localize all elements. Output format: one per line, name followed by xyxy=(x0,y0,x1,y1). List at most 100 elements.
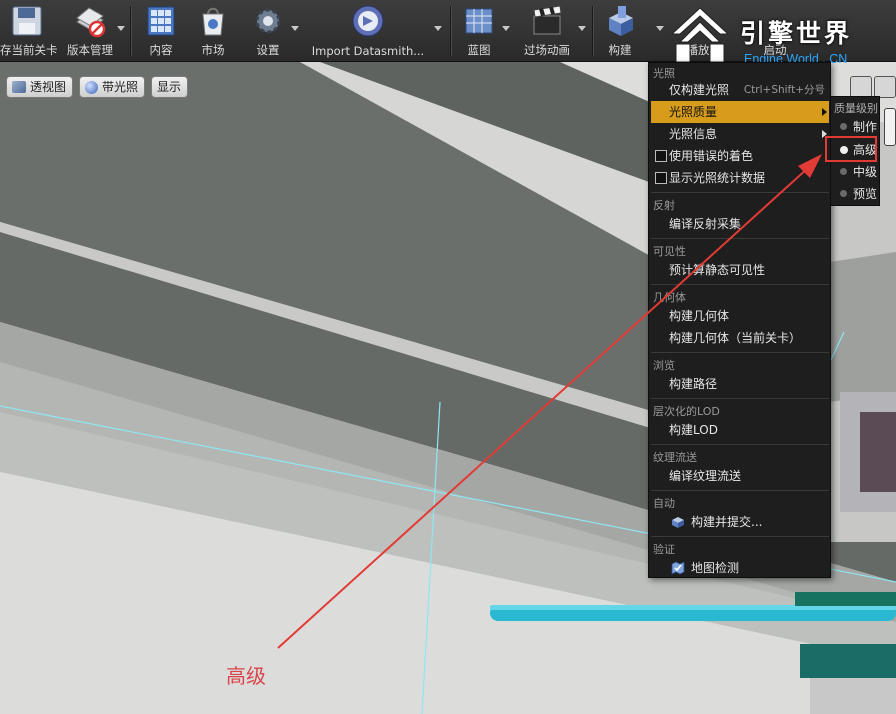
build-button[interactable]: 构建 xyxy=(598,0,642,62)
quality-option-production[interactable]: 制作 xyxy=(835,117,879,137)
chevron-down-icon[interactable] xyxy=(291,26,299,31)
quality-option-medium[interactable]: 中级 xyxy=(835,162,879,182)
launch-button[interactable]: 启动 xyxy=(750,0,800,62)
menu-item-build-lod[interactable]: 构建LOD xyxy=(651,419,829,441)
source-control-icon xyxy=(76,7,106,38)
toolbar-label: 市场 xyxy=(201,43,225,57)
toolbar-label: 设置 xyxy=(256,43,280,57)
chevron-down-icon[interactable] xyxy=(117,26,125,31)
menu-item-build-and-submit[interactable]: 构建并提交... xyxy=(651,511,829,533)
menu-item-lighting-quality[interactable]: 光照质量 xyxy=(651,101,829,123)
menu-divider xyxy=(651,284,829,285)
menu-item-label: 显示光照统计数据 xyxy=(669,171,766,185)
settings-icon xyxy=(255,8,281,34)
marketplace-icon xyxy=(202,7,224,36)
globe-icon[interactable] xyxy=(850,76,872,98)
map-check-icon xyxy=(671,561,685,575)
menu-section-geometry: 几何体 xyxy=(653,291,686,304)
show-label: 显示 xyxy=(157,80,182,94)
toolbar-label: 构建 xyxy=(608,43,632,57)
toolbar-label: 过场动画 xyxy=(524,43,570,57)
marketplace-button[interactable]: 市场 xyxy=(189,0,237,62)
submenu-arrow-icon xyxy=(822,108,827,116)
chevron-down-icon[interactable] xyxy=(656,26,664,31)
checkbox-icon[interactable] xyxy=(655,150,667,162)
radio-icon xyxy=(840,123,847,130)
menu-item-label: 编译反射采集 xyxy=(669,217,742,231)
radio-icon xyxy=(840,168,847,175)
save-current-level-button[interactable]: 存当前关卡 xyxy=(0,0,58,62)
menu-section-reflection: 反射 xyxy=(653,199,675,212)
chevron-down-icon[interactable] xyxy=(434,26,442,31)
menu-item-build-reflection-captures[interactable]: 编译反射采集 xyxy=(651,213,829,235)
lighting-quality-submenu: 质量级别 制作 高级 中级 预览 xyxy=(830,96,880,206)
menu-divider xyxy=(651,490,829,491)
menu-divider xyxy=(651,444,829,445)
perspective-view-button[interactable]: 透视图 xyxy=(6,76,74,98)
chevron-down-icon[interactable] xyxy=(578,26,586,31)
menu-divider xyxy=(651,398,829,399)
submenu-header: 质量级别 xyxy=(834,102,878,115)
toolbar-label: 存当前关卡 xyxy=(0,43,58,57)
lit-mode-button[interactable]: 带光照 xyxy=(79,76,146,98)
play-button[interactable]: 播放 xyxy=(676,0,720,62)
toolbar-separator xyxy=(592,6,593,56)
quality-option-preview[interactable]: 预览 xyxy=(835,184,879,204)
perspective-icon xyxy=(12,81,26,93)
menu-item-lighting-info[interactable]: 光照信息 xyxy=(651,123,829,145)
menu-section-texture-streaming: 纹理流送 xyxy=(653,451,697,464)
submenu-arrow-icon xyxy=(822,130,827,138)
menu-section-visibility: 可见性 xyxy=(653,245,686,258)
menu-divider xyxy=(651,536,829,537)
menu-item-build-texture-streaming[interactable]: 编译纹理流送 xyxy=(651,465,829,487)
menu-item-label: 构建LOD xyxy=(669,423,718,437)
menu-item-precompute-visibility[interactable]: 预计算静态可见性 xyxy=(651,259,829,281)
snap-icon[interactable] xyxy=(874,76,896,98)
toolbar-label: 内容 xyxy=(149,43,173,57)
menu-item-label: 预计算静态可见性 xyxy=(669,263,766,277)
menu-item-use-error-coloring[interactable]: 使用错误的着色 xyxy=(651,145,829,167)
cinematics-button[interactable]: 过场动画 xyxy=(514,0,580,62)
toolbar-label: Import Datasmith... xyxy=(311,44,425,58)
menu-item-map-check[interactable]: 地图检测 xyxy=(651,557,829,579)
menu-item-label: 构建几何体（当前关卡） xyxy=(669,331,802,345)
cinematics-icon xyxy=(533,5,562,35)
menu-item-label: 地图检测 xyxy=(691,561,740,575)
build-dropdown-menu: 光照 仅构建光照 Ctrl+Shift+分号 光照质量 光照信息 使用错误的着色… xyxy=(648,62,831,578)
menu-item-show-lighting-stats[interactable]: 显示光照统计数据 xyxy=(651,167,829,189)
chevron-down-icon[interactable] xyxy=(502,26,510,31)
toolbar-label: 启动 xyxy=(763,43,787,57)
radio-icon xyxy=(840,190,847,197)
menu-section-verification: 验证 xyxy=(653,543,675,556)
quality-option-label: 高级 xyxy=(853,143,878,157)
main-toolbar: 存当前关卡 版本管理 内容 市场 设置 Import Datasmith... … xyxy=(0,0,896,62)
show-flags-button[interactable]: 显示 xyxy=(151,76,189,98)
content-browser-button[interactable]: 内容 xyxy=(137,0,185,62)
menu-item-build-geometry-current[interactable]: 构建几何体（当前关卡） xyxy=(651,327,829,349)
import-datasmith-button[interactable]: Import Datasmith... xyxy=(306,0,430,62)
settings-button[interactable]: 设置 xyxy=(243,0,293,62)
toolbar-separator xyxy=(130,6,131,56)
menu-divider xyxy=(651,192,829,193)
menu-item-label: 光照信息 xyxy=(669,127,718,141)
perspective-label: 透视图 xyxy=(30,80,67,94)
checkbox-icon[interactable] xyxy=(655,172,667,184)
quality-option-high[interactable]: 高级 xyxy=(835,140,879,160)
menu-item-build-lighting-only[interactable]: 仅构建光照 Ctrl+Shift+分号 xyxy=(651,79,829,101)
menu-divider xyxy=(651,238,829,239)
source-control-button[interactable]: 版本管理 xyxy=(62,0,118,62)
lit-sphere-icon xyxy=(85,80,98,94)
menu-item-label: 使用错误的着色 xyxy=(669,149,754,163)
menu-item-build-geometry[interactable]: 构建几何体 xyxy=(651,305,829,327)
blueprint-button[interactable]: 蓝图 xyxy=(456,0,502,62)
quality-option-label: 预览 xyxy=(853,187,878,201)
datasmith-icon xyxy=(352,5,384,37)
build-icon xyxy=(609,6,633,36)
toolbar-label: 蓝图 xyxy=(467,43,491,57)
lit-mode-label: 带光照 xyxy=(102,80,139,94)
menu-item-label: 构建几何体 xyxy=(669,309,730,323)
annotation-label: 高级 xyxy=(226,664,266,688)
menu-item-build-paths[interactable]: 构建路径 xyxy=(651,373,829,395)
quality-option-label: 制作 xyxy=(853,120,878,134)
menu-section-hlod: 层次化的LOD xyxy=(653,405,720,418)
